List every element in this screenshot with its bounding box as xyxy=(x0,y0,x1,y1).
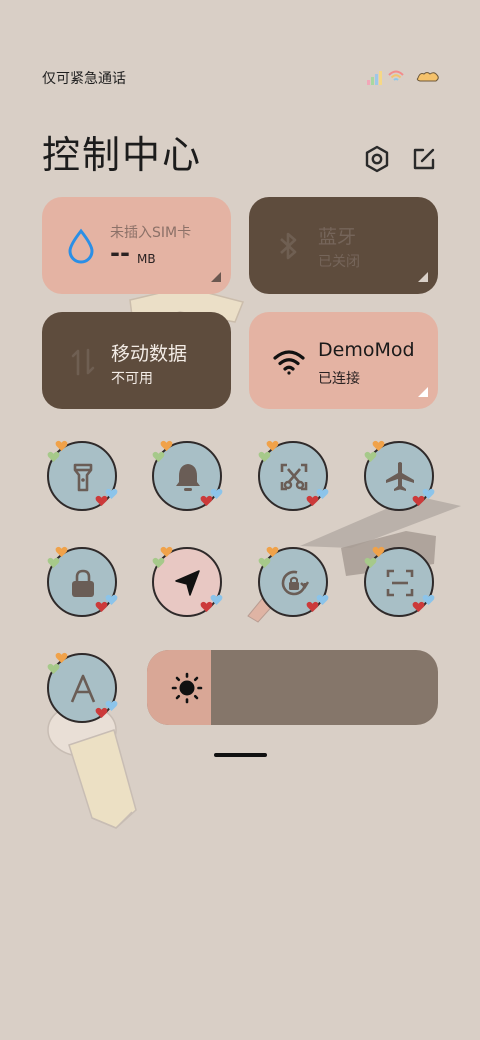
flashlight-icon xyxy=(73,463,93,492)
data-usage-unit: MB xyxy=(137,252,156,266)
scanner-toggle[interactable] xyxy=(364,546,435,617)
rotation-lock-toggle[interactable] xyxy=(258,546,329,617)
sun-icon xyxy=(171,672,203,704)
bluetooth-label: 蓝牙 xyxy=(318,226,357,248)
heart-sticker-icon xyxy=(105,594,118,605)
wifi-icon xyxy=(273,350,305,375)
bluetooth-icon xyxy=(280,232,297,260)
scan-icon xyxy=(386,569,414,597)
heart-sticker-icon xyxy=(47,451,60,462)
rotation-lock-icon xyxy=(281,570,310,596)
bell-icon xyxy=(176,464,200,491)
wifi-rainbow-icon xyxy=(388,70,404,81)
heart-sticker-icon xyxy=(210,488,223,499)
mobile-data-status: 不可用 xyxy=(111,371,153,387)
expand-corner-icon xyxy=(211,272,221,282)
wifi-tile[interactable]: DemoMod 已连接 xyxy=(249,312,438,409)
screenshot-scissors-icon xyxy=(280,463,308,491)
expand-corner-icon xyxy=(418,387,428,397)
bluetooth-status: 已关闭 xyxy=(318,254,360,270)
heart-sticker-icon xyxy=(105,488,118,499)
gear-icon[interactable] xyxy=(362,144,392,174)
edit-icon[interactable] xyxy=(409,144,439,174)
heart-sticker-icon xyxy=(422,488,435,499)
data-usage-value: -- xyxy=(110,239,130,267)
location-toggle[interactable] xyxy=(152,546,223,617)
heart-sticker-icon xyxy=(152,557,165,568)
heart-sticker-icon xyxy=(47,557,60,568)
heart-sticker-icon xyxy=(364,451,377,462)
lock-icon xyxy=(72,569,94,597)
ringer-toggle[interactable] xyxy=(152,440,223,511)
data-arrows-icon xyxy=(71,348,95,376)
heart-sticker-icon xyxy=(105,700,118,711)
brightness-slider[interactable] xyxy=(147,650,438,725)
screen-lock-toggle[interactable] xyxy=(47,546,118,617)
signal-rainbow-icon xyxy=(367,71,382,85)
mobile-data-label: 移动数据 xyxy=(111,343,188,365)
carrier-text: 仅可紧急通话 xyxy=(42,71,126,87)
expand-corner-icon xyxy=(418,272,428,282)
heart-sticker-icon xyxy=(210,594,223,605)
water-drop-icon xyxy=(68,228,94,264)
location-arrow-icon xyxy=(175,570,200,596)
airplane-mode-toggle[interactable] xyxy=(364,440,435,511)
bluetooth-tile[interactable]: 蓝牙 已关闭 xyxy=(249,197,438,294)
battery-icon xyxy=(416,72,439,82)
flashlight-toggle[interactable] xyxy=(47,440,118,511)
wifi-status: 已连接 xyxy=(318,371,360,387)
sim-card-tile[interactable]: 未插入SIM卡 -- MB xyxy=(42,197,231,294)
mobile-data-tile[interactable]: 移动数据 不可用 xyxy=(42,312,231,409)
screenshot-toggle[interactable] xyxy=(258,440,329,511)
heart-sticker-icon xyxy=(316,594,329,605)
page-title: 控制中心 xyxy=(42,133,203,177)
gesture-handle[interactable] xyxy=(214,753,267,757)
heart-sticker-icon xyxy=(316,488,329,499)
heart-sticker-icon xyxy=(258,557,271,568)
heart-sticker-icon xyxy=(364,557,377,568)
heart-sticker-icon xyxy=(422,594,435,605)
wifi-network-name: DemoMod xyxy=(318,339,415,361)
heart-sticker-icon xyxy=(47,663,60,674)
heart-sticker-icon xyxy=(258,451,271,462)
heart-sticker-icon xyxy=(152,451,165,462)
status-bar: 仅可紧急通话 xyxy=(0,60,480,92)
reading-mode-toggle[interactable] xyxy=(47,652,118,723)
airplane-icon xyxy=(386,462,414,491)
font-a-icon xyxy=(70,674,96,703)
